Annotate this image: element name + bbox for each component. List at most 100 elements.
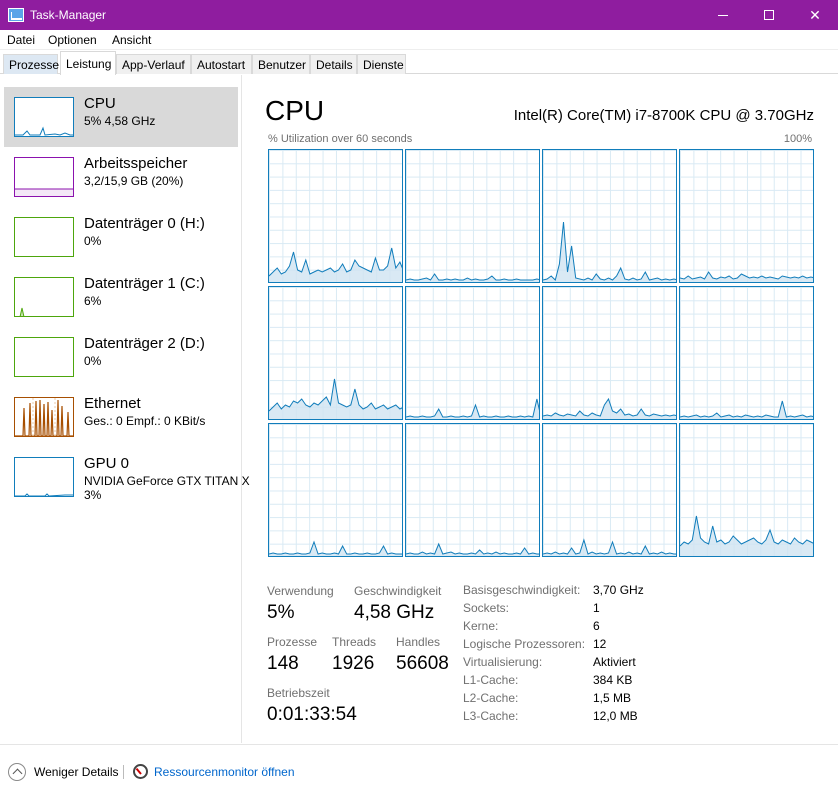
detail-value: 1 (593, 601, 600, 615)
close-button[interactable]: ✕ (792, 0, 838, 30)
footer: Weniger Details Ressourcenmonitor öffnen (0, 744, 838, 797)
logical-processor-graph-10 (542, 423, 677, 557)
logical-processor-graph-2 (542, 149, 677, 283)
logical-processor-graph-0 (268, 149, 403, 283)
detail-label: L2-Cache: (463, 691, 519, 705)
disk-2-thumbnail-graph (14, 337, 74, 377)
logical-processor-graph-5 (405, 286, 540, 420)
sidebar-item-subtitle: 0% (84, 354, 102, 368)
cpu-usage-trace (269, 247, 402, 282)
tab-benutzer[interactable]: Benutzer (252, 54, 310, 74)
threads-label: Threads (332, 635, 377, 649)
minimize-icon (718, 14, 728, 16)
speed-value: 4,58 GHz (354, 602, 435, 623)
menu-datei[interactable]: Datei (7, 33, 35, 47)
handles-label: Handles (396, 635, 441, 649)
detail-label: Basisgeschwindigkeit: (463, 583, 581, 597)
sidebar-item-arbeitsspeicher[interactable]: Arbeitsspeicher 3,2/15,9 GB (20%) (4, 147, 238, 207)
cpu-usage-trace (543, 397, 676, 419)
logical-processor-graph-6 (542, 286, 677, 420)
threads-value: 1926 (332, 653, 375, 674)
processes-label: Prozesse (267, 635, 318, 649)
sidebar-item-title: Datenträger 0 (H:) (84, 215, 205, 232)
usage-label: Verwendung (267, 584, 334, 598)
logical-processor-graph-4 (268, 286, 403, 420)
sidebar-item-ethernet[interactable]: Ethernet Ges.: 0 Empf.: 0 KBit/s (4, 387, 238, 447)
tab-dienste[interactable]: Dienste (357, 54, 406, 74)
sidebar-item-datentraeger-2[interactable]: Datenträger 2 (D:) 0% (4, 327, 238, 387)
detail-value: 384 KB (593, 673, 633, 687)
speed-label: Geschwindigkeit (354, 584, 442, 598)
logical-processor-graph-9 (405, 423, 540, 557)
resource-sidebar: CPU 5% 4,58 GHz Arbeitsspeicher 3,2/15,9… (0, 75, 250, 743)
tab-autostart[interactable]: Autostart (191, 54, 252, 74)
sidebar-item-title: CPU (84, 95, 116, 112)
cpu-usage-trace (543, 538, 676, 556)
processes-value: 148 (267, 653, 299, 674)
sidebar-item-title: Ethernet (84, 395, 141, 412)
cpu-graph-grid (268, 149, 814, 558)
sidebar-item-title: Datenträger 2 (D:) (84, 335, 205, 352)
detail-label: Virtualisierung: (463, 655, 543, 669)
memory-thumbnail-graph (14, 157, 74, 197)
gpu-thumbnail-graph (14, 457, 74, 497)
menu-optionen[interactable]: Optionen (48, 33, 97, 47)
maximize-icon (764, 10, 774, 20)
uptime-value: 0:01:33:54 (267, 704, 357, 725)
logical-processor-graph-3 (679, 149, 814, 283)
minimize-button[interactable] (700, 0, 746, 30)
cpu-usage-trace (269, 378, 402, 419)
task-manager-icon (8, 8, 24, 22)
sidebar-item-subtitle: 6% (84, 294, 102, 308)
window-title: Task-Manager (30, 8, 107, 22)
sidebar-item-subtitle: 5% 4,58 GHz (84, 114, 156, 128)
detail-label: L3-Cache: (463, 709, 519, 723)
fewer-details-button[interactable]: Weniger Details (34, 765, 118, 779)
title-bar: Task-Manager ✕ (0, 0, 838, 30)
menu-bar: Datei Optionen Ansicht (0, 30, 838, 50)
graph-caption: % Utilization over 60 seconds (268, 133, 413, 145)
tab-details[interactable]: Details (310, 54, 357, 74)
cpu-usage-trace (269, 540, 402, 556)
ethernet-thumbnail-graph (14, 397, 74, 437)
tab-app-verlauf[interactable]: App-Verlauf (116, 54, 191, 74)
usage-value: 5% (267, 602, 295, 623)
sidebar-item-subtitle: NVIDIA GeForce GTX TITAN X (84, 474, 250, 488)
menu-ansicht[interactable]: Ansicht (112, 33, 151, 47)
sidebar-item-datentraeger-1[interactable]: Datenträger 1 (C:) 6% (4, 267, 238, 327)
logical-processor-graph-7 (679, 286, 814, 420)
sidebar-item-subtitle: Ges.: 0 Empf.: 0 KBit/s (84, 414, 206, 428)
logical-processor-graph-8 (268, 423, 403, 557)
sidebar-item-datentraeger-0[interactable]: Datenträger 0 (H:) 0% (4, 207, 238, 267)
resource-monitor-icon[interactable] (133, 764, 148, 779)
sidebar-item-title: Datenträger 1 (C:) (84, 275, 205, 292)
sidebar-item-cpu[interactable]: CPU 5% 4,58 GHz (4, 87, 238, 147)
uptime-label: Betriebszeit (267, 686, 330, 700)
detail-value: 6 (593, 619, 600, 633)
detail-value: 1,5 MB (593, 691, 632, 705)
disk-1-thumbnail-graph (14, 277, 74, 317)
sidebar-item-title: GPU 0 (84, 455, 130, 472)
cpu-usage-trace (406, 542, 539, 556)
detail-label: L1-Cache: (463, 673, 519, 687)
cpu-usage-trace (680, 271, 813, 282)
detail-label: Kerne: (463, 619, 499, 633)
detail-value: 3,70 GHz (593, 583, 644, 597)
maximize-button[interactable] (746, 0, 792, 30)
cpu-thumbnail-graph (14, 97, 74, 137)
cpu-model: Intel(R) Core(TM) i7-8700K CPU @ 3.70GHz (513, 107, 814, 124)
sidebar-item-subtitle: 0% (84, 234, 102, 248)
cpu-usage-trace (406, 398, 539, 419)
sidebar-item-subtitle-2: 3% (84, 488, 102, 502)
handles-value: 56608 (396, 653, 449, 674)
chevron-up-icon[interactable] (8, 763, 26, 781)
tab-prozesse[interactable]: Prozesse (3, 54, 59, 74)
logical-processor-graph-1 (405, 149, 540, 283)
page-title: CPU (265, 95, 325, 126)
graph-max-label: 100% (783, 133, 812, 145)
tab-leistung[interactable]: Leistung (60, 51, 116, 75)
resource-monitor-link[interactable]: Ressourcenmonitor öffnen (154, 765, 295, 779)
detail-value: Aktiviert (593, 655, 636, 669)
detail-value: 12,0 MB (593, 709, 638, 723)
sidebar-item-gpu-0[interactable]: GPU 0 NVIDIA GeForce GTX TITAN X 3% (4, 447, 250, 507)
